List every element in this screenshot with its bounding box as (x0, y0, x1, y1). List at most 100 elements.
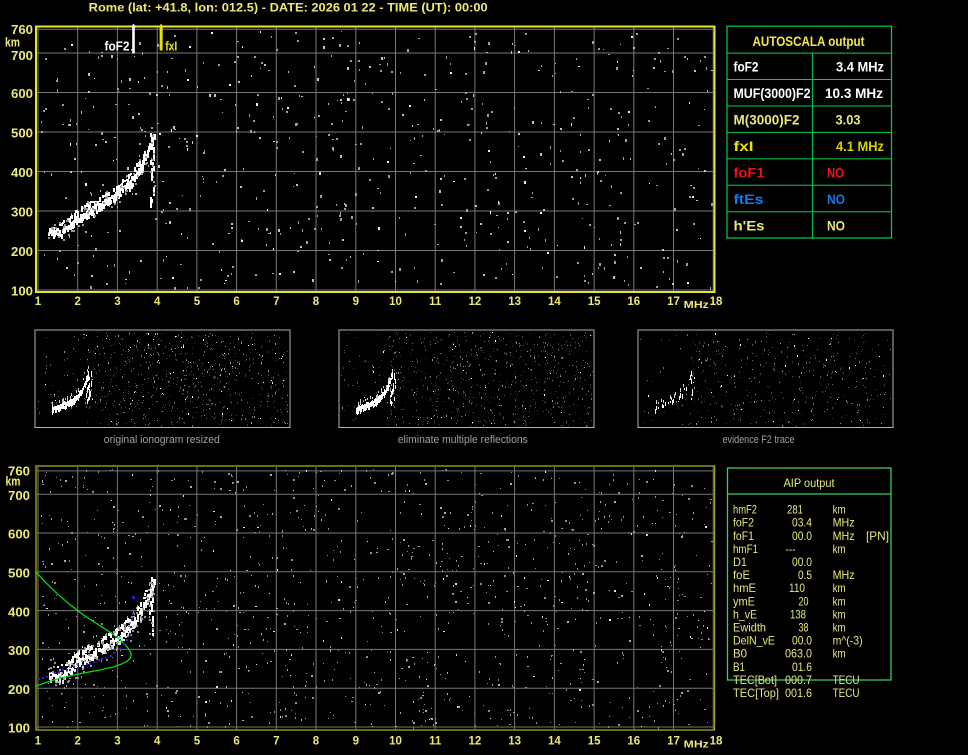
svg-text:001.6: 001.6 (785, 686, 812, 700)
svg-text:AUTOSCALA output: AUTOSCALA output (753, 33, 865, 49)
svg-text:00.0: 00.0 (792, 529, 812, 543)
svg-text:original ionogram resized: original ionogram resized (104, 434, 220, 446)
svg-text:h_vE: h_vE (733, 607, 757, 621)
svg-text:foE: foE (733, 568, 750, 582)
svg-text:600: 600 (8, 528, 30, 542)
svg-text:TEC[Top]: TEC[Top] (733, 686, 779, 700)
svg-text:12: 12 (469, 736, 482, 748)
svg-text:[PN]: [PN] (866, 529, 889, 543)
svg-text:km: km (833, 542, 846, 556)
svg-text:TECU: TECU (833, 673, 860, 687)
svg-text:5: 5 (194, 736, 201, 748)
svg-text:5: 5 (194, 296, 201, 308)
svg-text:3.03: 3.03 (836, 112, 861, 128)
svg-text:MHz: MHz (833, 529, 855, 543)
svg-text:14: 14 (548, 296, 561, 308)
svg-text:063.0: 063.0 (785, 647, 812, 661)
svg-text:00.0: 00.0 (792, 555, 812, 569)
svg-text:km: km (833, 581, 846, 595)
svg-text:hmF1: hmF1 (733, 542, 758, 556)
svg-text:4: 4 (154, 736, 161, 748)
svg-text:000.7: 000.7 (785, 673, 812, 687)
svg-text:eliminate multiple reflections: eliminate multiple reflections (398, 434, 528, 446)
svg-text:km: km (833, 503, 846, 517)
svg-text:ymE: ymE (733, 594, 755, 608)
svg-text:1: 1 (35, 296, 42, 308)
svg-text:MHz: MHz (833, 568, 855, 582)
svg-text:foF2: foF2 (733, 516, 754, 530)
svg-text:138: 138 (790, 607, 806, 621)
svg-text:km: km (833, 594, 846, 608)
svg-text:MHz: MHz (684, 740, 709, 751)
svg-text:---: --- (786, 542, 796, 556)
svg-text:4: 4 (154, 296, 161, 308)
svg-text:500: 500 (11, 127, 33, 141)
svg-text:15: 15 (588, 736, 601, 748)
svg-text:8: 8 (313, 736, 320, 748)
svg-text:38: 38 (799, 621, 809, 635)
svg-text:TEC[Bot]: TEC[Bot] (733, 673, 777, 687)
svg-text:foF1: foF1 (733, 529, 754, 543)
svg-text:100: 100 (11, 285, 33, 299)
svg-text:MUF(3000)F2: MUF(3000)F2 (734, 85, 811, 101)
svg-text:9: 9 (353, 296, 359, 308)
svg-text:17: 17 (667, 296, 680, 308)
svg-text:km: km (5, 36, 20, 50)
svg-text:km: km (833, 647, 846, 661)
svg-text:km: km (6, 475, 21, 489)
svg-text:ftEs: ftEs (734, 191, 764, 207)
svg-text:Ewidth: Ewidth (733, 621, 766, 635)
svg-text:MHz: MHz (833, 516, 855, 530)
svg-text:foF2: foF2 (734, 59, 759, 75)
svg-text:281: 281 (787, 503, 803, 517)
svg-text:fxI: fxI (165, 40, 177, 54)
svg-text:evidence F2 trace: evidence F2 trace (723, 434, 795, 446)
svg-text:18: 18 (710, 296, 723, 308)
svg-text:AIP output: AIP output (784, 476, 836, 490)
svg-text:200: 200 (8, 683, 30, 697)
svg-text:fxI: fxI (734, 138, 754, 154)
svg-text:0.5: 0.5 (798, 568, 812, 582)
svg-text:foF2: foF2 (105, 40, 130, 54)
svg-text:200: 200 (11, 245, 33, 259)
svg-text:300: 300 (11, 206, 33, 220)
svg-text:16: 16 (627, 296, 640, 308)
svg-text:110: 110 (789, 581, 805, 595)
svg-text:18: 18 (710, 736, 723, 748)
svg-text:3: 3 (114, 736, 120, 748)
svg-text:D1: D1 (733, 555, 747, 569)
svg-text:700: 700 (8, 489, 30, 503)
svg-text:NO: NO (827, 217, 845, 233)
svg-text:2: 2 (74, 296, 80, 308)
svg-text:700: 700 (11, 49, 33, 63)
svg-text:100: 100 (8, 722, 30, 736)
svg-text:km: km (833, 607, 846, 621)
svg-text:3.4 MHz: 3.4 MHz (836, 59, 884, 75)
svg-text:10.3 MHz: 10.3 MHz (825, 85, 883, 101)
svg-text:NO: NO (827, 191, 845, 207)
svg-text:hmF2: hmF2 (733, 503, 757, 517)
svg-text:m^(-3): m^(-3) (833, 634, 863, 648)
svg-text:1: 1 (35, 736, 42, 748)
svg-text:Rome (lat: +41.8, lon: 012.5): Rome (lat: +41.8, lon: 012.5) - DATE: 20… (89, 1, 488, 15)
svg-text:13: 13 (508, 296, 521, 308)
svg-text:400: 400 (11, 166, 33, 180)
svg-text:4.1 MHz: 4.1 MHz (836, 138, 884, 154)
svg-text:km: km (833, 621, 846, 635)
svg-text:13: 13 (508, 736, 521, 748)
svg-text:20: 20 (799, 594, 809, 608)
svg-text:B0: B0 (733, 647, 747, 661)
svg-text:TECU: TECU (833, 686, 860, 700)
svg-text:M(3000)F2: M(3000)F2 (734, 112, 800, 128)
svg-text:2: 2 (74, 736, 80, 748)
svg-text:300: 300 (8, 644, 30, 658)
svg-text:7: 7 (273, 736, 279, 748)
svg-text:10: 10 (389, 296, 402, 308)
svg-text:17: 17 (667, 736, 680, 748)
svg-text:NO: NO (827, 164, 844, 180)
svg-text:15: 15 (588, 296, 601, 308)
svg-text:16: 16 (627, 736, 640, 748)
svg-text:7: 7 (273, 296, 279, 308)
svg-text:DelN_vE: DelN_vE (733, 634, 775, 648)
svg-text:11: 11 (429, 296, 442, 308)
